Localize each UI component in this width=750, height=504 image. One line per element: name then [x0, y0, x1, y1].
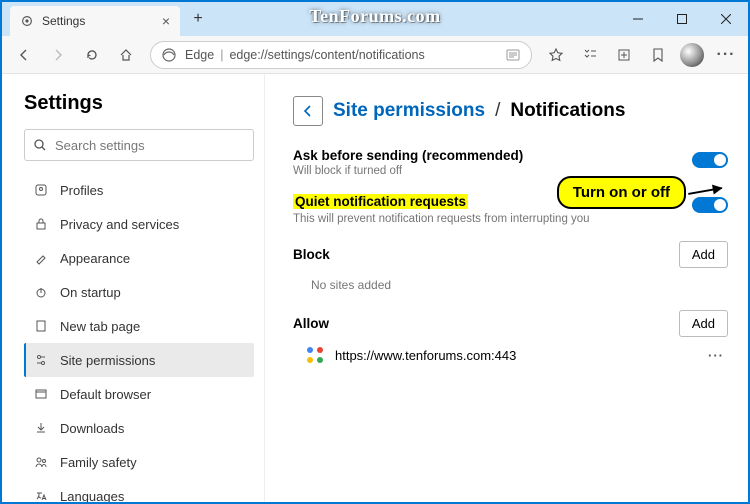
lock-icon	[32, 217, 50, 231]
allowed-site-row: https://www.tenforums.com:443 ···	[307, 347, 728, 363]
block-empty-message: No sites added	[311, 278, 728, 292]
family-icon	[32, 455, 50, 469]
window-minimize-button[interactable]	[616, 4, 660, 34]
quiet-requests-desc: This will prevent notification requests …	[293, 213, 692, 225]
download-icon	[32, 421, 50, 435]
profile-avatar[interactable]	[680, 43, 704, 67]
window-icon	[32, 387, 50, 401]
settings-content: Site permissions / Notifications Ask bef…	[265, 74, 748, 502]
new-tab-button[interactable]: +	[184, 5, 212, 33]
sidebar-item-site-permissions[interactable]: Site permissions	[24, 343, 254, 377]
search-icon	[33, 138, 47, 152]
more-menu-icon[interactable]: ···	[710, 40, 742, 70]
profile-icon	[32, 183, 50, 197]
window-titlebar: Settings × + TenForums.com	[2, 2, 748, 36]
power-icon	[32, 285, 50, 299]
allowed-site-url: https://www.tenforums.com:443	[335, 348, 516, 363]
sliders-icon	[32, 353, 50, 367]
ask-before-sending-title: Ask before sending (recommended)	[293, 148, 692, 163]
settings-sidebar: Settings Search settings Profiles Privac…	[2, 74, 265, 502]
gear-icon	[20, 14, 34, 28]
quiet-requests-toggle[interactable]	[692, 197, 728, 213]
search-input[interactable]: Search settings	[24, 129, 254, 161]
sidebar-item-family[interactable]: Family safety	[24, 445, 254, 479]
quiet-requests-title: Quiet notification requests	[293, 194, 468, 209]
address-app-label: Edge	[185, 48, 214, 62]
address-bar[interactable]: Edge | edge://settings/content/notificat…	[150, 41, 532, 69]
nav-refresh-button[interactable]	[76, 40, 108, 70]
nav-back-button[interactable]	[8, 40, 40, 70]
tab-title: Settings	[42, 14, 85, 28]
brush-icon	[32, 251, 50, 265]
notes-icon[interactable]	[642, 40, 674, 70]
reading-mode-icon[interactable]	[505, 47, 521, 63]
breadcrumb-current: Notifications	[510, 100, 625, 122]
allow-section-title: Allow	[293, 316, 329, 331]
settings-heading: Settings	[24, 92, 254, 115]
sidebar-item-privacy[interactable]: Privacy and services	[24, 207, 254, 241]
edge-icon	[161, 47, 177, 63]
language-icon	[32, 489, 50, 502]
nav-home-button[interactable]	[110, 40, 142, 70]
collections-icon[interactable]	[608, 40, 640, 70]
site-actions-button[interactable]: ···	[708, 348, 724, 363]
sidebar-item-profiles[interactable]: Profiles	[24, 173, 254, 207]
ask-before-sending-toggle[interactable]	[692, 152, 728, 168]
favorites-icon[interactable]	[540, 40, 572, 70]
block-add-button[interactable]: Add	[679, 241, 728, 268]
breadcrumb-separator: /	[495, 100, 500, 122]
callout-annotation: Turn on or off	[557, 176, 686, 209]
sidebar-item-startup[interactable]: On startup	[24, 275, 254, 309]
search-placeholder: Search settings	[55, 138, 145, 153]
sidebar-item-languages[interactable]: Languages	[24, 479, 254, 502]
nav-forward-button[interactable]	[42, 40, 74, 70]
window-maximize-button[interactable]	[660, 4, 704, 34]
allow-add-button[interactable]: Add	[679, 310, 728, 337]
breadcrumb-link[interactable]: Site permissions	[333, 100, 485, 122]
window-close-button[interactable]	[704, 4, 748, 34]
address-separator: |	[220, 48, 223, 62]
block-section-title: Block	[293, 247, 330, 262]
back-button[interactable]	[293, 96, 323, 126]
address-url: edge://settings/content/notifications	[229, 48, 424, 62]
favorites-list-icon[interactable]	[574, 40, 606, 70]
sidebar-item-appearance[interactable]: Appearance	[24, 241, 254, 275]
close-tab-icon[interactable]: ×	[162, 13, 170, 29]
sidebar-item-downloads[interactable]: Downloads	[24, 411, 254, 445]
sidebar-item-default-browser[interactable]: Default browser	[24, 377, 254, 411]
sidebar-item-newtab[interactable]: New tab page	[24, 309, 254, 343]
page-icon	[32, 319, 50, 333]
browser-toolbar: Edge | edge://settings/content/notificat…	[2, 36, 748, 74]
site-favicon	[307, 347, 323, 363]
watermark: TenForums.com	[309, 6, 440, 27]
browser-tab[interactable]: Settings ×	[10, 6, 180, 36]
